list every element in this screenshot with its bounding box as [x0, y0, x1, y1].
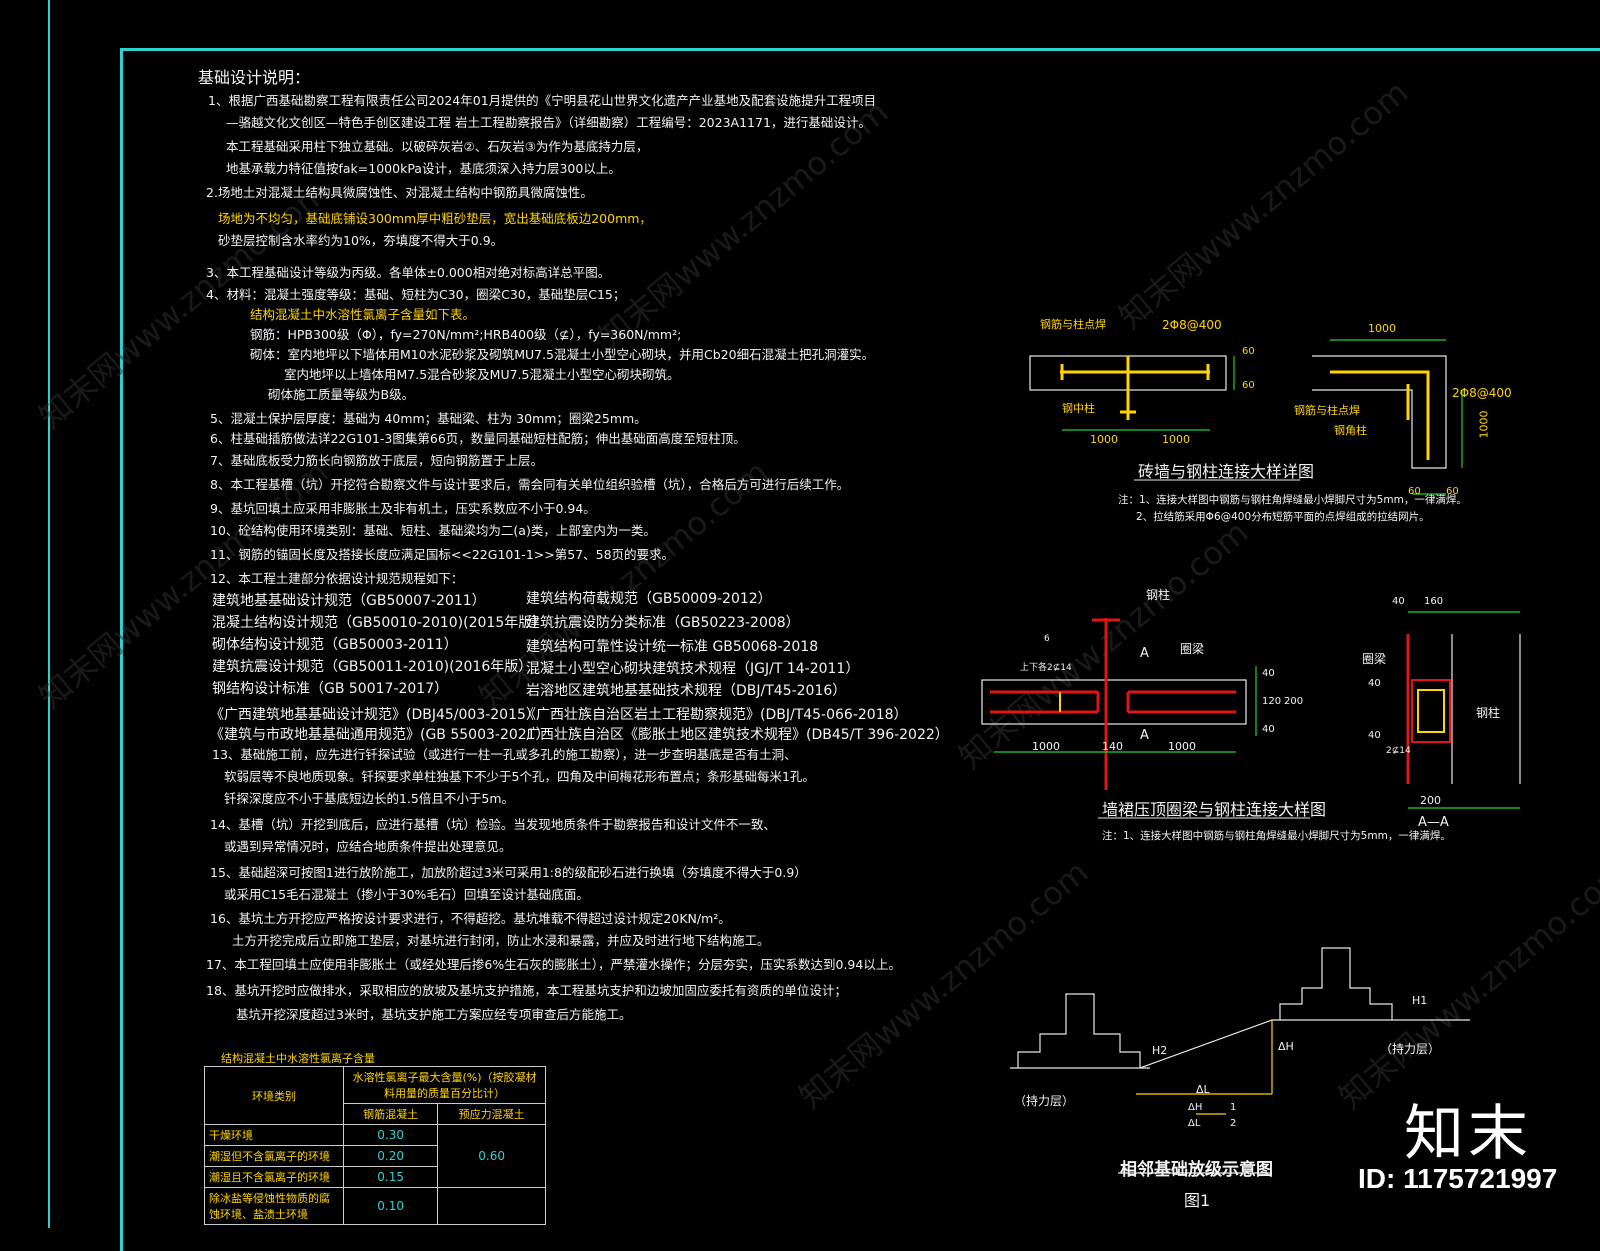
- fig1-bearing-left: （持力层）: [1014, 1094, 1075, 1108]
- detail2-note: 注：1、连接大样图中钢筋与钢柱角焊缝最小焊脚尺寸为5mm，一律满焊。: [1102, 830, 1451, 842]
- detail2-ring-label: 圈梁: [1180, 642, 1205, 656]
- fig1-dh: ΔH: [1278, 1040, 1294, 1053]
- detail2-a-label: A: [1140, 646, 1149, 661]
- detail2-a-label: A: [1140, 728, 1149, 743]
- aa-dim-40: 40: [1368, 678, 1381, 689]
- fig1-title: 相邻基础放级示意图: [1120, 1160, 1273, 1180]
- fig1-ratio-den: 2: [1230, 1118, 1237, 1129]
- cad-drawings: [981, 339, 1521, 1174]
- section-aa: [1406, 611, 1521, 809]
- asset-id-label: ID: 1175721997: [1358, 1163, 1558, 1194]
- aa-ring-label: 圈梁: [1362, 652, 1387, 666]
- detail2-six-label: 6: [1044, 634, 1050, 644]
- detail1-dim-1000: 1000: [1090, 433, 1118, 446]
- detail1-dim-60: 60: [1242, 380, 1255, 391]
- fig1-dl: ΔL: [1196, 1083, 1210, 1096]
- detail2-dim-1000: 1000: [1032, 740, 1060, 753]
- znzmo-logo: 知末: [1404, 1099, 1532, 1169]
- detail1-note1: 注：1、连接大样图中钢筋与钢柱角焊缝最小焊脚尺寸为5mm，一律满焊。: [1118, 494, 1467, 506]
- ring-beam: [981, 679, 1247, 725]
- aa-dim-40: 40: [1392, 596, 1405, 607]
- fig1-h1: H1: [1412, 994, 1428, 1007]
- detail1-corner-col-label: 钢角柱: [1334, 424, 1367, 437]
- detail2-dim-200: 200: [1284, 696, 1304, 707]
- detail2-dim-40: 40: [1262, 724, 1275, 735]
- detail1-corner-dim-v: 1000: [1477, 410, 1491, 439]
- detail2-dim-140: 140: [1102, 740, 1123, 753]
- aa-dim-200: 200: [1420, 794, 1441, 807]
- detail2: [981, 618, 1257, 790]
- aa-title: A—A: [1418, 815, 1449, 830]
- detail1-spec-label: 2Φ8@400: [1162, 318, 1222, 332]
- detail1-weld-label: 钢筋与柱点焊: [1040, 318, 1106, 331]
- detail2-col-label: 钢柱: [1146, 588, 1171, 602]
- figure1: [1010, 947, 1470, 1174]
- detail1-title: 砖墙与钢柱连接大样详图: [1138, 462, 1315, 481]
- detail1-corner-spec: 2Φ8@400: [1452, 386, 1512, 400]
- stirrup: [1417, 689, 1445, 733]
- detail1-weld-label2: 钢筋与柱点焊: [1294, 404, 1360, 417]
- aa-dim-40: 40: [1368, 730, 1381, 741]
- detail2-rebar-label: 上下各2⊈14: [1020, 663, 1072, 673]
- detail2-dim-1000: 1000: [1168, 740, 1196, 753]
- aa-col-label: 钢柱: [1476, 706, 1501, 720]
- fig1-h2: H2: [1152, 1044, 1168, 1057]
- fig1-ratio-dl: ΔL: [1188, 1118, 1201, 1129]
- detail1-mid: [1029, 355, 1235, 431]
- detail1-dim-60: 60: [1242, 346, 1255, 357]
- detail2-title: 墙裙压顶圈梁与钢柱连接大样图: [1102, 800, 1327, 819]
- detail1-note2: 2、拉结筋采用Φ6@400分布短筋平面的点焊组成的拉结网片。: [1136, 511, 1430, 523]
- detail1-corner-dim: 1000: [1368, 322, 1396, 335]
- aa-rebar-label: 2⊈14: [1386, 746, 1411, 756]
- detail1-mid-col-label: 钢中柱: [1062, 402, 1095, 415]
- fig1-bearing-right: （持力层）: [1380, 1042, 1441, 1056]
- aa-dim-160: 160: [1424, 596, 1444, 607]
- fig1-sub: 图1: [1184, 1191, 1211, 1210]
- footing-left: [1017, 993, 1141, 1068]
- footing-right: [1279, 947, 1393, 1020]
- detail1-dim-1000: 1000: [1162, 433, 1190, 446]
- detail2-dim-120: 120: [1262, 696, 1282, 707]
- fig1-ratio-dh: ΔH: [1188, 1102, 1203, 1113]
- detail2-dim-40: 40: [1262, 668, 1275, 679]
- fig1-ratio-num: 1: [1230, 1102, 1237, 1113]
